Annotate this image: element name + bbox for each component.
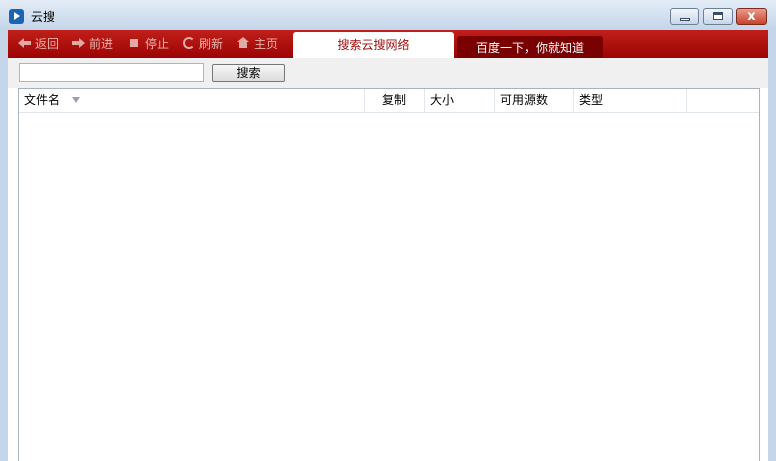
- forward-button[interactable]: 前进: [72, 36, 113, 52]
- results-list[interactable]: 文件名 复制 大小 可用源数 类型: [18, 88, 760, 461]
- close-button[interactable]: x: [736, 8, 767, 25]
- search-input[interactable]: [19, 63, 204, 82]
- close-icon: x: [747, 9, 756, 24]
- column-size[interactable]: 大小: [425, 89, 495, 112]
- home-label: 主页: [254, 37, 279, 51]
- stop-icon: [128, 37, 141, 49]
- arrow-right-icon: [72, 37, 85, 49]
- home-icon: [237, 37, 250, 49]
- tab-baidu[interactable]: 百度一下，你就知道: [457, 36, 603, 58]
- search-bar: 搜索: [8, 58, 768, 88]
- tab-search-network[interactable]: 搜索云搜网络: [293, 32, 454, 58]
- stop-button[interactable]: 停止: [128, 36, 169, 52]
- stop-label: 停止: [145, 37, 170, 51]
- back-label: 返回: [35, 37, 60, 51]
- refresh-label: 刷新: [199, 37, 224, 51]
- list-header: 文件名 复制 大小 可用源数 类型: [19, 89, 759, 113]
- column-filename[interactable]: 文件名: [19, 89, 365, 112]
- column-type[interactable]: 类型: [574, 89, 687, 112]
- home-button[interactable]: 主页: [237, 36, 278, 52]
- client-area: 返回 前进 停止 刷新 主页 搜索云搜网络 百度一下，你就知道 搜索 文件名 复…: [8, 30, 768, 461]
- title-bar[interactable]: 云搜 x: [0, 0, 776, 30]
- refresh-icon: [182, 37, 195, 49]
- refresh-button[interactable]: 刷新: [182, 36, 223, 52]
- nav-toolbar: 返回 前进 停止 刷新 主页 搜索云搜网络 百度一下，你就知道: [8, 30, 768, 58]
- app-window: 云搜 x 返回 前进 停止 刷新 主页 搜索云搜网络 百度一下，你就知道 搜索 …: [0, 0, 776, 461]
- forward-label: 前进: [89, 37, 114, 51]
- app-logo-icon: [9, 9, 24, 24]
- window-title: 云搜: [31, 10, 56, 24]
- column-filler: [687, 89, 759, 112]
- search-button[interactable]: 搜索: [212, 64, 285, 82]
- column-sources[interactable]: 可用源数: [495, 89, 574, 112]
- column-copy[interactable]: 复制: [365, 89, 425, 112]
- back-button[interactable]: 返回: [18, 36, 59, 52]
- minimize-button[interactable]: [670, 8, 699, 25]
- sort-descending-icon: [72, 97, 81, 103]
- column-filename-label: 文件名: [24, 93, 61, 107]
- arrow-left-icon: [18, 37, 31, 49]
- maximize-button[interactable]: [703, 8, 733, 25]
